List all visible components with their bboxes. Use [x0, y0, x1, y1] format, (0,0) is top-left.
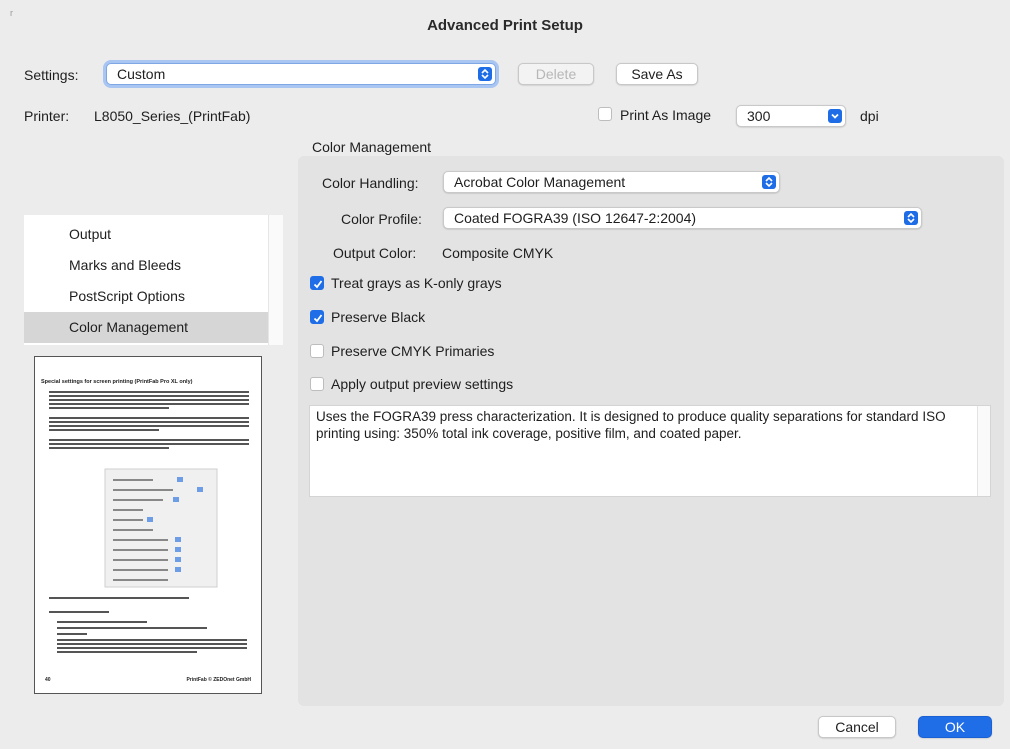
- ok-button[interactable]: OK: [918, 716, 992, 738]
- sidebar-item-marks-and-bleeds[interactable]: Marks and Bleeds: [24, 250, 268, 281]
- settings-value: Custom: [117, 66, 166, 82]
- color-profile-select[interactable]: Coated FOGRA39 (ISO 12647-2:2004): [443, 207, 922, 229]
- checkmark-icon: [313, 314, 323, 323]
- checkmark-icon: [313, 280, 323, 289]
- color-handling-select[interactable]: Acrobat Color Management: [443, 171, 780, 193]
- printer-name: L8050_Series_(PrintFab): [94, 108, 251, 124]
- output-color-value: Composite CMYK: [442, 245, 554, 261]
- color-profile-label: Color Profile:: [341, 211, 422, 227]
- save-as-button[interactable]: Save As: [616, 63, 698, 85]
- sidebar-item-color-management[interactable]: Color Management: [24, 312, 268, 343]
- print-as-image-label: Print As Image: [620, 107, 712, 123]
- settings-select[interactable]: Custom: [106, 63, 496, 85]
- treat-grays-label: Treat grays as K-only grays: [331, 275, 502, 291]
- print-as-image-checkbox[interactable]: [598, 107, 612, 121]
- profile-description-text: Uses the FOGRA39 press characterization.…: [316, 409, 946, 441]
- description-scrollbar[interactable]: [977, 406, 990, 496]
- treat-grays-checkbox[interactable]: [310, 276, 324, 290]
- preserve-black-label: Preserve Black: [331, 309, 426, 325]
- preserve-cmyk-primaries-label: Preserve CMYK Primaries: [331, 343, 495, 359]
- preserve-black-checkbox[interactable]: [310, 310, 324, 324]
- window-title: Advanced Print Setup: [427, 17, 583, 34]
- dpi-select[interactable]: 300: [736, 105, 846, 127]
- sidebar-item-postscript-options[interactable]: PostScript Options: [24, 281, 268, 312]
- preview-page-number: 40: [45, 677, 51, 683]
- printer-label: Printer:: [24, 108, 70, 124]
- updown-arrows-icon: [478, 67, 492, 81]
- preview-footer-text: PrintFab © ZEDOnet GmbH: [186, 677, 251, 683]
- cancel-button[interactable]: Cancel: [818, 716, 896, 738]
- page-preview: Special settings for screen printing (Pr…: [34, 356, 262, 694]
- list-scrollbar[interactable]: [268, 215, 283, 345]
- apply-output-preview-checkbox[interactable]: [310, 377, 324, 391]
- color-handling-value: Acrobat Color Management: [454, 174, 626, 190]
- dpi-value: 300: [747, 108, 771, 124]
- apply-output-preview-label: Apply output preview settings: [331, 376, 514, 392]
- category-list: Output Marks and Bleeds PostScript Optio…: [24, 215, 283, 345]
- preserve-cmyk-primaries-checkbox[interactable]: [310, 344, 324, 358]
- sidebar-item-output[interactable]: Output: [24, 219, 268, 250]
- profile-description: Uses the FOGRA39 press characterization.…: [309, 405, 991, 497]
- settings-label: Settings:: [24, 67, 79, 83]
- updown-arrows-icon: [904, 211, 918, 225]
- color-handling-label: Color Handling:: [322, 175, 419, 191]
- preview-page-content: [49, 391, 249, 653]
- updown-arrows-icon: [762, 175, 776, 189]
- chevron-down-icon: [828, 109, 842, 123]
- color-profile-value: Coated FOGRA39 (ISO 12647-2:2004): [454, 210, 697, 226]
- dpi-unit: dpi: [860, 108, 879, 124]
- output-color-label: Output Color:: [333, 245, 417, 261]
- delete-button[interactable]: Delete: [518, 63, 594, 85]
- section-title: Color Management: [312, 139, 432, 155]
